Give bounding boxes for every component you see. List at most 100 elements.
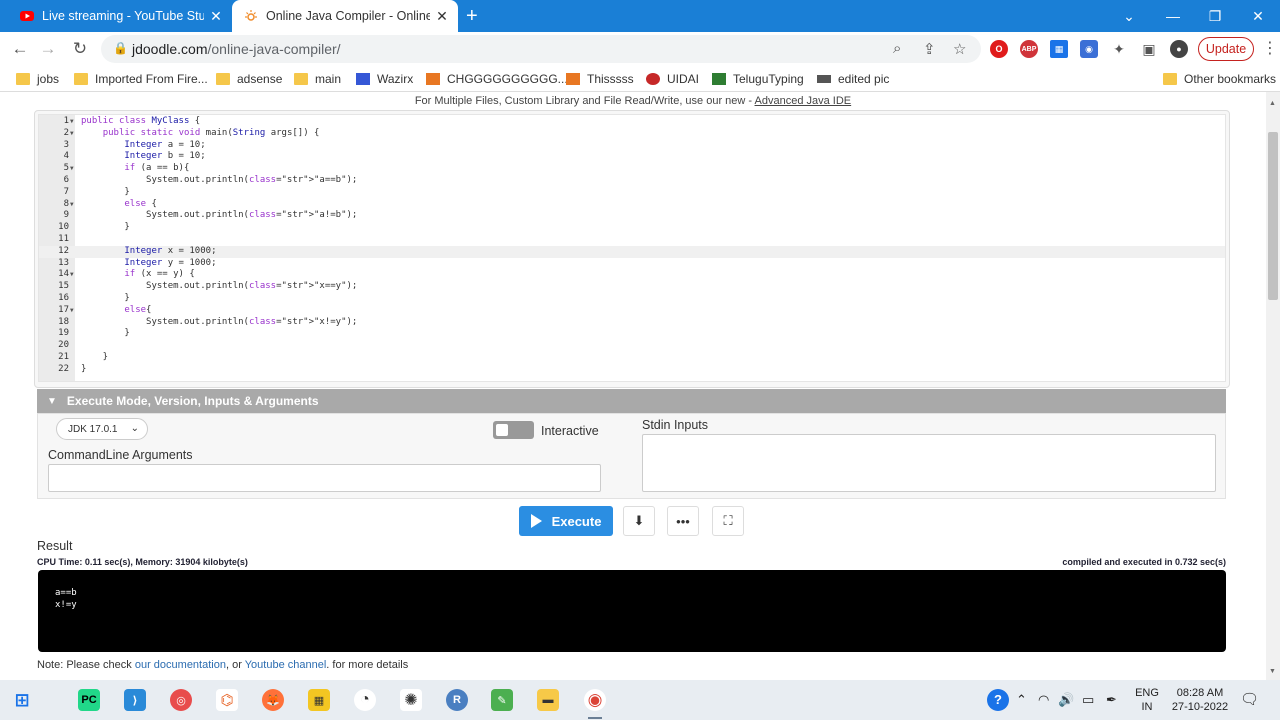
bookmark-jobs[interactable]: jobs — [16, 70, 59, 88]
tab-youtube-studio[interactable]: Live streaming - YouTube Studio ✕ — [8, 0, 232, 32]
stdin-label: Stdin Inputs — [642, 418, 709, 432]
line-number: 3 — [63, 139, 69, 150]
bookmark-uidai[interactable]: UIDAI — [646, 70, 699, 88]
code-text: } — [81, 222, 130, 233]
scroll-up-icon[interactable]: ▲ — [1269, 100, 1276, 107]
youtube-channel-link[interactable]: Youtube channel — [245, 659, 327, 671]
wifi-icon[interactable]: ◠ — [1038, 692, 1049, 708]
execute-button[interactable]: Execute — [519, 506, 613, 536]
chevron-up-icon[interactable]: ⌃ — [1016, 692, 1027, 708]
adblock-extension-icon[interactable]: ABP — [1020, 40, 1038, 58]
bookmark-label: main — [315, 72, 342, 86]
language-indicator[interactable]: ENG IN — [1133, 686, 1161, 714]
chrome-icon[interactable]: ◉ — [584, 689, 606, 711]
bookmarks-bar: jobs Imported From Fire... adsense main … — [0, 66, 1280, 92]
share-icon[interactable]: ⇪ — [923, 40, 936, 58]
forward-icon[interactable]: → — [37, 38, 59, 60]
update-button[interactable]: Update — [1198, 37, 1254, 61]
restore-icon[interactable]: ❐ — [1193, 0, 1237, 32]
fold-toggle-icon[interactable]: ▼ — [70, 128, 74, 140]
bookmark-imported[interactable]: Imported From Fire... — [74, 70, 208, 88]
line-number: 14 — [58, 269, 69, 280]
notepad-icon[interactable]: ✎ — [491, 689, 513, 711]
cmdline-input[interactable] — [48, 464, 601, 492]
file-explorer-icon[interactable]: ▬ — [537, 689, 559, 711]
help-icon[interactable]: ? — [987, 689, 1009, 711]
back-icon[interactable]: ← — [9, 38, 31, 60]
code-text: } — [81, 363, 87, 374]
save-file-icon[interactable]: ⬇ — [623, 506, 655, 536]
grid-extension-icon[interactable]: ▦ — [1050, 40, 1068, 58]
address-bar[interactable]: 🔒 jdoodle.com/online-java-compiler/ ⌕ ⇪ … — [101, 35, 981, 63]
code-editor[interactable]: 1 ▼ public class MyClass {2 ▼ public static… — [38, 114, 1226, 382]
close-window-icon[interactable]: ✕ — [1236, 0, 1280, 32]
reload-icon[interactable]: ↻ — [69, 38, 91, 60]
url-host: jdoodle.com — [132, 41, 208, 57]
scroll-thumb[interactable] — [1268, 132, 1278, 300]
notifications-icon[interactable]: 🗨 — [1240, 690, 1259, 708]
windows-taskbar: ⊞ PC ⟩ ◎ ⌬ 🦊 ▦ ◔ ✺ R ✎ ▬ ◉ ? ⌃ ◠ 🔊 ▭ ✒ E… — [0, 680, 1280, 720]
vscode-icon[interactable]: ⟩ — [124, 689, 146, 711]
more-options-icon[interactable]: ••• — [667, 506, 699, 536]
side-panel-icon[interactable]: ▣ — [1140, 40, 1158, 58]
bookmark-adsense[interactable]: adsense — [216, 70, 282, 88]
pen-icon[interactable]: ✒ — [1106, 692, 1117, 708]
menu-kebab-icon[interactable]: ⋮ — [1262, 38, 1278, 58]
profile-avatar[interactable]: ● — [1170, 40, 1188, 58]
stdin-input[interactable] — [642, 434, 1216, 492]
advanced-ide-link[interactable]: Advanced Java IDE — [755, 95, 852, 107]
tab-close-icon[interactable]: ✕ — [204, 8, 228, 25]
volume-icon[interactable]: 🔊 — [1058, 692, 1074, 708]
execute-label: Execute — [551, 513, 602, 529]
bookmark-other[interactable]: Other bookmarks — [1163, 70, 1276, 88]
code-line[interactable]: 12 Integer x = 1000; — [39, 245, 1225, 258]
scroll-down-icon[interactable]: ▼ — [1269, 668, 1276, 675]
fold-toggle-icon[interactable]: ▼ — [70, 269, 74, 281]
r-studio-icon[interactable]: R — [446, 689, 468, 711]
fullscreen-icon[interactable]: ⛶ — [712, 506, 744, 536]
pycharm-icon[interactable]: PC — [78, 689, 100, 711]
tab-title: Online Java Compiler - Online Java — [266, 9, 430, 23]
documentation-link[interactable]: our documentation — [135, 659, 226, 671]
chevron-down-icon: ▼ — [47, 395, 57, 407]
opera-extension-icon[interactable]: O — [990, 40, 1008, 58]
bookmark-wazirx[interactable]: Wazirx — [356, 70, 413, 88]
bitwarden-extension-icon[interactable]: ◉ — [1080, 40, 1098, 58]
windows-start-icon[interactable]: ⊞ — [11, 689, 33, 711]
jdk-version-select[interactable]: JDK 17.0.1 ⌄ — [56, 418, 148, 440]
bookmark-thisssss[interactable]: Thisssss — [566, 70, 634, 88]
page-scrollbar[interactable]: ▲ ▼ — [1266, 92, 1280, 680]
execute-mode-header[interactable]: ▼ Execute Mode, Version, Inputs & Argumen… — [37, 389, 1226, 413]
code-text: } — [81, 186, 130, 197]
app-grid-icon[interactable]: ▦ — [308, 689, 330, 711]
new-tab-icon[interactable]: + — [466, 5, 478, 28]
star-icon[interactable]: ☆ — [953, 40, 966, 58]
tab-close-icon[interactable]: ✕ — [430, 8, 454, 25]
cpu-info: CPU Time: 0.11 sec(s), Memory: 31904 kil… — [37, 557, 248, 567]
line-number: 12 — [58, 245, 69, 256]
bookmark-chegg[interactable]: CHGGGGGGGGGG... — [426, 70, 568, 88]
screen-recorder-icon[interactable]: ◎ — [170, 689, 192, 711]
battery-icon[interactable]: ▭ — [1082, 692, 1094, 708]
minimize-icon[interactable]: — — [1151, 0, 1195, 32]
extensions-puzzle-icon[interactable]: ✦ — [1110, 40, 1128, 58]
wazirx-icon — [356, 73, 370, 85]
folder-icon — [1163, 73, 1177, 85]
firefox-icon[interactable]: 🦊 — [262, 689, 284, 711]
fold-toggle-icon[interactable]: ▼ — [70, 116, 74, 128]
system-clock[interactable]: 08:28 AM 27-10-2022 — [1170, 686, 1230, 714]
gear-app-icon[interactable]: ✺ — [400, 689, 422, 711]
blender-icon[interactable]: ⌬ — [216, 689, 238, 711]
zoom-icon[interactable]: ⌕ — [893, 40, 901, 57]
fold-toggle-icon[interactable]: ▼ — [70, 163, 74, 175]
bookmark-main[interactable]: main — [294, 70, 341, 88]
play-icon — [530, 514, 542, 528]
fold-toggle-icon[interactable]: ▼ — [70, 199, 74, 211]
fold-toggle-icon[interactable]: ▼ — [70, 305, 74, 317]
tab-search-icon[interactable]: ⌄ — [1107, 0, 1151, 32]
tab-jdoodle[interactable]: Online Java Compiler - Online Java ✕ — [232, 0, 458, 32]
bookmark-telugutyping[interactable]: TeluguTyping — [712, 70, 804, 88]
bookmark-edited-pic[interactable]: edited pic — [817, 70, 889, 88]
obs-icon[interactable]: ◔ — [354, 689, 376, 711]
interactive-toggle[interactable] — [493, 421, 534, 439]
